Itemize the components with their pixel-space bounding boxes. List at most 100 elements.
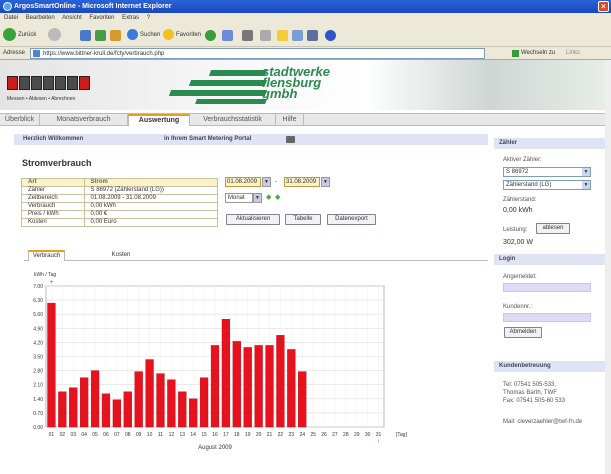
menu-extras[interactable]: Extras — [122, 15, 139, 21]
x-tick-label: 23 — [289, 432, 295, 438]
menu-ansicht[interactable]: Ansicht — [62, 15, 82, 21]
bar — [123, 391, 132, 428]
y-axis-label: kWh / Tag — [34, 272, 56, 278]
links-label[interactable]: Links — [566, 47, 580, 60]
x-tick-label: 28 — [343, 432, 349, 438]
stop-icon[interactable] — [80, 30, 91, 41]
search-button[interactable]: Suchen — [127, 28, 160, 43]
menu-favoriten[interactable]: Favoriten — [89, 15, 114, 21]
back-button[interactable]: Zurück — [3, 28, 36, 43]
refresh-icon[interactable] — [95, 30, 106, 41]
period-dropdown-icon[interactable]: ▼ — [253, 193, 262, 203]
address-bar: Adresse https://www.bittner-krull.de/fct… — [0, 47, 611, 60]
bluetooth-icon[interactable] — [325, 30, 336, 41]
date-from-input[interactable]: 01.08.2009 — [225, 177, 261, 187]
previous-period-icon[interactable]: ◆ — [266, 193, 271, 201]
table-row: Kosten 0,00 Euro — [21, 218, 219, 227]
welcome-text: Herzlich Willkommen — [23, 136, 84, 142]
bar — [287, 349, 296, 428]
x-tick-label: 02 — [60, 432, 66, 438]
nav-hilfe[interactable]: Hilfe — [276, 114, 304, 126]
active-meter-label: Aktiver Zähler: — [503, 157, 542, 163]
x-tick-label: 09 — [136, 432, 142, 438]
table-button[interactable]: Tabelle — [285, 214, 321, 225]
home-icon[interactable] — [110, 30, 121, 41]
x-tick-label: 26 — [321, 432, 327, 438]
table-row: Zeitbereich 01.08.2009 - 31.08.2009 — [21, 194, 219, 203]
x-tick-label: 11 — [158, 432, 163, 438]
first-day-marker-icon: + — [50, 280, 54, 286]
print-icon[interactable] — [242, 30, 253, 41]
favorites-button[interactable]: Favoriten — [163, 28, 201, 43]
menu-datei[interactable]: Datei — [4, 15, 18, 21]
history-icon[interactable] — [205, 30, 216, 41]
page-icon — [33, 50, 40, 57]
mail-icon[interactable] — [222, 30, 233, 41]
menu-bearbeiten[interactable]: Bearbeiten — [26, 15, 55, 21]
x-tick-label: 21 — [267, 432, 273, 438]
close-window-icon[interactable]: × — [598, 1, 609, 12]
menu-help[interactable]: ? — [147, 15, 150, 21]
bar — [112, 399, 121, 428]
table-header: Strom — [83, 178, 219, 187]
tab-kosten[interactable]: Kosten — [106, 250, 136, 261]
go-button[interactable]: Wechseln zu — [521, 47, 555, 60]
logo-tagline: Messen • Ablesen • Abrechnen — [7, 96, 76, 102]
messenger-icon[interactable] — [292, 30, 303, 41]
refresh-button[interactable]: Aktualisieren — [226, 214, 280, 225]
nav-monatsverbrauch[interactable]: Monatsverbrauch — [40, 114, 128, 126]
meter-select[interactable]: S 86972 ▼ — [503, 167, 591, 177]
last-day-marker-icon: ↑ — [377, 439, 380, 445]
x-tick-label: 06 — [103, 432, 109, 438]
star-icon — [163, 28, 174, 40]
x-tick-label: 14 — [190, 432, 196, 438]
customer-number-label: Kundennr.: — [503, 304, 533, 310]
period-select[interactable]: Monat — [225, 193, 253, 203]
x-tick-label: 20 — [256, 432, 262, 438]
date-from-dropdown-icon[interactable]: ▼ — [262, 177, 271, 187]
bar — [156, 373, 165, 428]
edit-icon[interactable] — [260, 30, 271, 41]
meter-reading-value: 0,00 kWh — [503, 207, 533, 214]
bar — [254, 345, 263, 428]
tab-verbrauch[interactable]: Verbrauch — [28, 250, 65, 261]
x-tick-label: 10 — [147, 432, 153, 438]
go-icon[interactable] — [512, 50, 519, 57]
browser-toolbar: Zurück Suchen Favoriten — [0, 24, 611, 47]
nav-ueberblick[interactable]: Überblick — [0, 114, 40, 126]
tool-icon[interactable] — [307, 30, 318, 41]
bar — [134, 371, 143, 428]
forward-button[interactable] — [48, 28, 63, 43]
nav-auswertung[interactable]: Auswertung — [128, 114, 190, 126]
bar — [145, 359, 154, 428]
meter-type-select[interactable]: Zählerstand (LG) ▼ — [503, 180, 591, 190]
x-tick-label: 29 — [354, 432, 360, 438]
date-to-dropdown-icon[interactable]: ▼ — [321, 177, 330, 187]
forward-arrow-icon — [48, 28, 61, 41]
chevron-down-icon: ▼ — [582, 181, 590, 189]
login-heading: Login — [494, 254, 606, 265]
x-tick-label: 15 — [201, 432, 207, 438]
date-to-input[interactable]: 31.08.2009 — [284, 177, 320, 187]
x-tick-label: 27 — [332, 432, 338, 438]
next-period-icon[interactable]: ◆ — [275, 193, 280, 201]
x-tick-label: 01 — [49, 432, 55, 438]
print-icon[interactable] — [286, 136, 295, 143]
chart-tabs: Verbrauch Kosten — [24, 250, 488, 261]
x-tick-label: 16 — [212, 432, 218, 438]
ie-icon — [3, 2, 12, 11]
page-scrollbar[interactable] — [605, 60, 611, 474]
y-tick-label: 7.00 — [33, 284, 43, 290]
support-contact: Tel: 07541 505-533, Thomas Barth, TWF Fa… — [503, 382, 566, 404]
logout-button[interactable]: Abmelden — [504, 327, 542, 338]
info-table: Art Strom Zähler S 86972 (Zählerstand (LG)… — [21, 178, 219, 227]
folder-icon[interactable] — [277, 30, 288, 41]
x-tick-label: 30 — [365, 432, 371, 438]
y-tick-label: 4.90 — [33, 326, 43, 332]
export-button[interactable]: Datenexport — [327, 214, 376, 225]
address-input[interactable]: https://www.bittner-krull.de/fcty/verbra… — [30, 48, 485, 59]
nav-verbrauchsstatistik[interactable]: Verbrauchsstatistik — [190, 114, 276, 126]
x-axis-unit: [Tag] — [396, 432, 407, 438]
address-label: Adresse — [3, 50, 26, 56]
read-button[interactable]: ablesen — [536, 223, 570, 234]
